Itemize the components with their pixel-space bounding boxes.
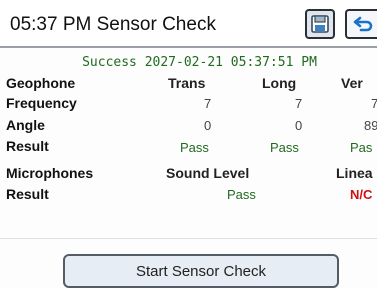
column-vert: Ver	[341, 75, 363, 91]
linear-result: N/C	[350, 187, 373, 202]
start-sensor-check-button[interactable]: Start Sensor Check	[63, 254, 339, 288]
divider	[0, 238, 377, 239]
save-icon	[311, 15, 329, 33]
result-trans: Pass	[180, 140, 209, 155]
column-sound-level: Sound Level	[166, 165, 250, 181]
title-bar: 05:37 PM Sensor Check	[0, 0, 377, 48]
result-long: Pass	[270, 140, 299, 155]
sound-level-result: Pass	[227, 187, 256, 202]
row-label-angle: Angle	[6, 117, 45, 133]
frequency-long: 7	[295, 96, 303, 111]
frequency-vert: 7	[371, 96, 377, 111]
column-linear: Linea	[336, 165, 373, 181]
angle-trans: 0	[204, 118, 212, 133]
save-button[interactable]	[305, 9, 335, 39]
screen-title: Sensor Check	[96, 14, 216, 35]
geophone-heading: Geophone	[6, 75, 76, 91]
microphones-heading: Microphones	[6, 165, 94, 181]
column-long: Long	[262, 75, 297, 91]
frequency-trans: 7	[204, 96, 212, 111]
angle-vert: 89	[364, 118, 377, 133]
row-label-result: Result	[6, 138, 49, 154]
row-label-frequency: Frequency	[6, 95, 77, 111]
back-button[interactable]	[345, 9, 377, 39]
clock-time: 05:37 PM	[10, 14, 92, 35]
microphones-result-label: Result	[6, 186, 49, 202]
check-status: Success 2027-02-21 05:37:51 PM	[82, 55, 317, 70]
column-trans: Trans	[168, 75, 206, 91]
result-vert: Pas	[350, 140, 373, 155]
angle-long: 0	[295, 118, 303, 133]
page-title: 05:37 PM Sensor Check	[10, 14, 216, 36]
back-icon	[353, 16, 373, 32]
